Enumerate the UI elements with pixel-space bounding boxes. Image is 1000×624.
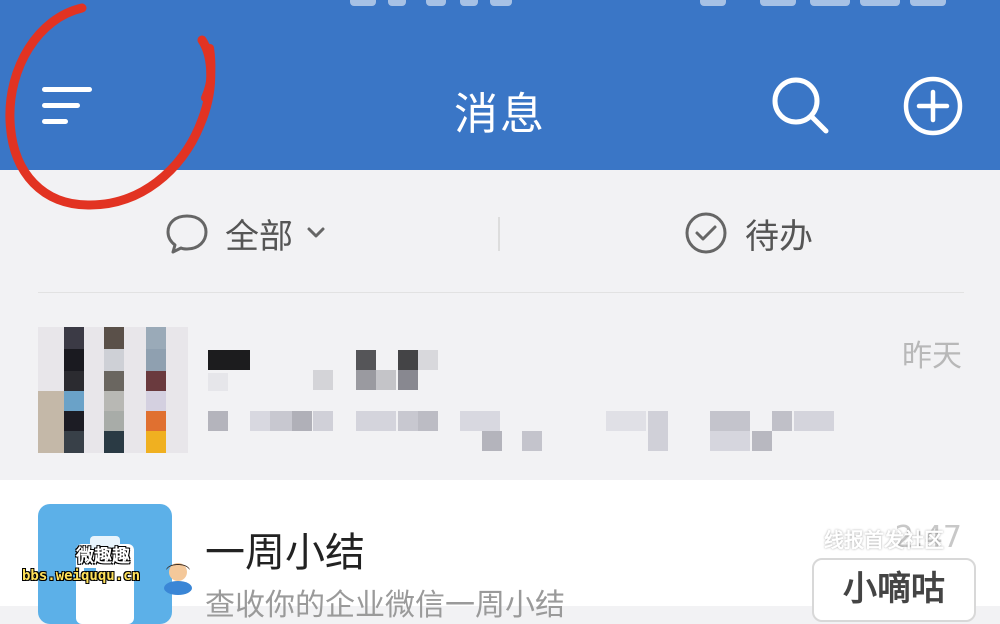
plus-circle-icon	[903, 76, 963, 136]
message-preview: 查收你的企业微信一周小结	[205, 588, 565, 623]
add-button[interactable]	[900, 76, 966, 142]
mascot-icon	[164, 563, 192, 595]
search-icon	[772, 77, 829, 134]
filter-all[interactable]: 全部	[163, 208, 329, 258]
app-header: 消息	[0, 0, 1000, 170]
search-button[interactable]	[768, 72, 834, 138]
chevron-down-icon	[307, 227, 325, 238]
filter-divider	[498, 217, 500, 251]
watermark-xiaodigu: 小嘀咕	[812, 558, 976, 622]
redacted-avatar	[38, 327, 188, 453]
watermark-title: 微趣趣	[76, 546, 130, 567]
page-title: 消息	[454, 89, 546, 140]
message-title: 一周小结	[205, 530, 365, 576]
chat-bubble-icon	[166, 214, 208, 254]
message-time: 昨天	[902, 339, 962, 374]
check-circle-icon	[685, 212, 727, 254]
status-bar	[350, 0, 990, 10]
watermark-weiququ: 微趣趣 bbs.weiququ.cn	[18, 540, 198, 600]
filter-todo-label: 待办	[745, 216, 813, 257]
watermark-community: 线报首发社区	[824, 528, 944, 552]
watermark-url: bbs.weiququ.cn	[22, 568, 141, 584]
filter-todo[interactable]: 待办	[683, 208, 813, 258]
filter-all-label: 全部	[225, 216, 293, 257]
filter-bar: 全部 待办	[0, 170, 1000, 295]
message-row-redacted[interactable]: 昨天	[0, 305, 1000, 475]
filter-separator	[38, 292, 964, 293]
